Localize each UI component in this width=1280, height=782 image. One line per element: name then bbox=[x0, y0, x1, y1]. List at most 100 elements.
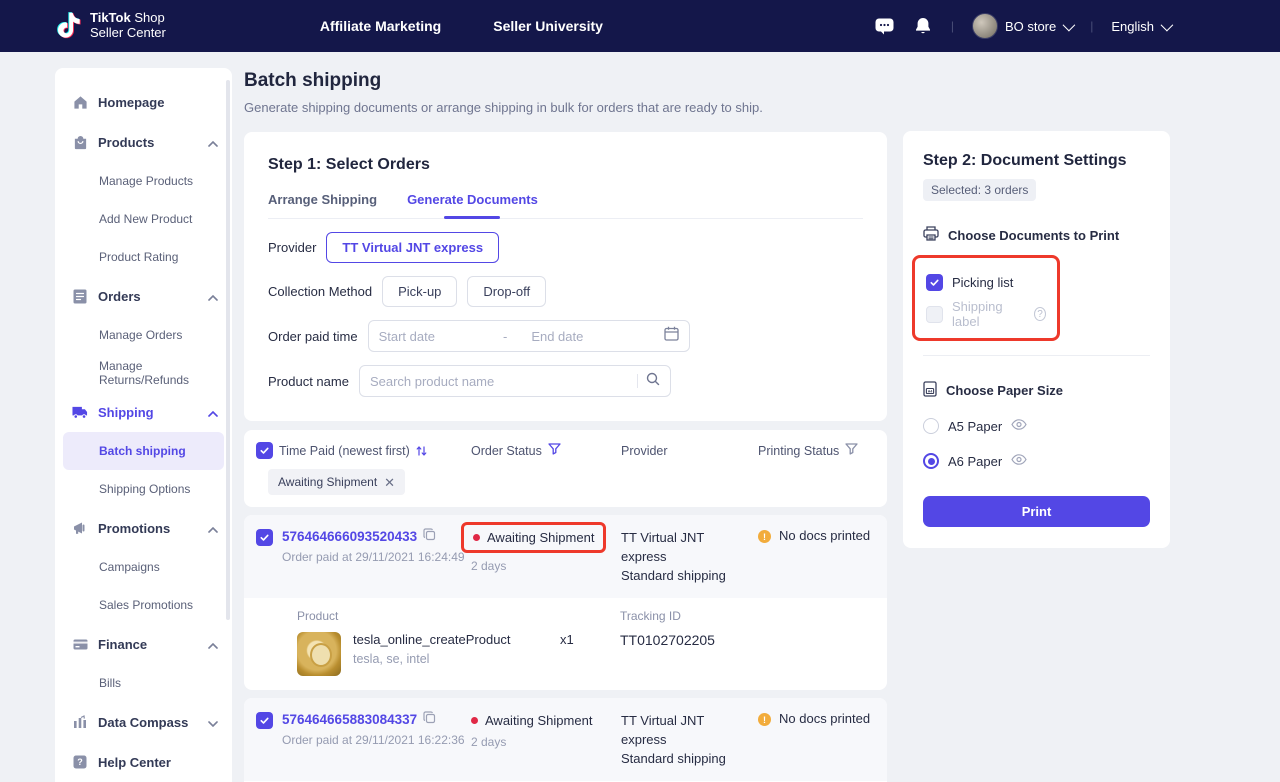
shipping-label-checkbox-row: Shipping label ? bbox=[926, 301, 1046, 327]
tab-arrange-shipping[interactable]: Arrange Shipping bbox=[268, 192, 377, 218]
sort-icon[interactable] bbox=[416, 445, 427, 457]
printing-status-text: No docs printed bbox=[779, 711, 870, 726]
a5-radio[interactable] bbox=[923, 418, 939, 434]
search-placeholder: Search product name bbox=[370, 374, 494, 389]
sidebar-item-product-rating[interactable]: Product Rating bbox=[55, 238, 232, 276]
product-image bbox=[297, 632, 341, 676]
order-provider-cell: TT Virtual JNT express Standard shipping bbox=[621, 528, 758, 585]
order-paid-time-row: Order paid time Start date - End date bbox=[268, 320, 863, 352]
sidebar-item-help-center[interactable]: ? Help Center bbox=[55, 742, 232, 782]
picking-list-label: Picking list bbox=[952, 275, 1013, 290]
sidebar-item-data-compass[interactable]: Data Compass bbox=[55, 702, 232, 742]
tab-generate-documents[interactable]: Generate Documents bbox=[407, 192, 538, 218]
dropoff-button[interactable]: Drop-off bbox=[467, 276, 546, 307]
order-product-section: Product Tracking ID tesla_online_createP… bbox=[244, 598, 887, 690]
store-switcher[interactable]: BO store bbox=[972, 13, 1072, 39]
sidebar-item-bills[interactable]: Bills bbox=[55, 664, 232, 702]
a6-paper-radio-row[interactable]: A6 Paper bbox=[923, 452, 1150, 470]
sidebar-item-manage-orders[interactable]: Manage Orders bbox=[55, 316, 232, 354]
order-age: 2 days bbox=[471, 735, 621, 749]
sidebar-item-campaigns[interactable]: Campaigns bbox=[55, 548, 232, 586]
order-summary: 576464665883084337 Order paid at 29/11/2… bbox=[244, 698, 887, 781]
printing-status-text: No docs printed bbox=[779, 528, 870, 543]
preview-eye-icon[interactable] bbox=[1011, 417, 1027, 435]
order-status-label: Order Status bbox=[471, 444, 542, 458]
svg-text:A4: A4 bbox=[928, 389, 933, 393]
sidebar-item-orders[interactable]: Orders bbox=[55, 276, 232, 316]
calendar-icon bbox=[664, 326, 679, 346]
a6-radio[interactable] bbox=[923, 453, 939, 469]
date-range-input[interactable]: Start date - End date bbox=[368, 320, 690, 352]
product-name: tesla_online_createProduct bbox=[353, 632, 511, 647]
picking-list-checkbox-row[interactable]: Picking list bbox=[926, 269, 1046, 295]
step1-card: Step 1: Select Orders Arrange Shipping G… bbox=[244, 132, 887, 421]
sidebar-item-manage-returns-refunds[interactable]: Manage Returns/Refunds bbox=[55, 354, 232, 392]
collection-method-label: Collection Method bbox=[268, 284, 372, 299]
a5-paper-radio-row[interactable]: A5 Paper bbox=[923, 417, 1150, 435]
select-all-checkbox[interactable] bbox=[256, 442, 273, 459]
filter-icon[interactable] bbox=[845, 443, 858, 458]
chat-icon[interactable] bbox=[875, 16, 895, 36]
provider-option-button[interactable]: TT Virtual JNT express bbox=[326, 232, 499, 263]
sidebar-item-finance[interactable]: Finance bbox=[55, 624, 232, 664]
choose-paper-size-section: A4 Choose Paper Size bbox=[923, 381, 1150, 400]
picking-list-checkbox[interactable] bbox=[926, 274, 943, 291]
product-name-label: Product name bbox=[268, 374, 349, 389]
svg-text:?: ? bbox=[77, 757, 83, 767]
divider bbox=[637, 374, 638, 388]
order-status-column: Order Status bbox=[471, 443, 621, 458]
sidebar-item-batch-shipping[interactable]: Batch shipping bbox=[63, 432, 224, 470]
sidebar-item-sales-promotions[interactable]: Sales Promotions bbox=[55, 586, 232, 624]
order-id-link[interactable]: 576464665883084337 bbox=[282, 711, 465, 727]
copy-icon[interactable] bbox=[423, 528, 436, 544]
pickup-button[interactable]: Pick-up bbox=[382, 276, 457, 307]
sidebar-scrollbar[interactable] bbox=[226, 80, 230, 620]
product-search-input[interactable]: Search product name bbox=[359, 365, 671, 397]
chevron-down-icon bbox=[1161, 18, 1174, 31]
print-button[interactable]: Print bbox=[923, 496, 1150, 527]
printing-status-label: Printing Status bbox=[758, 444, 839, 458]
order-checkbox[interactable] bbox=[256, 529, 273, 546]
product-variant: tesla, se, intel bbox=[353, 652, 511, 666]
sidebar-item-manage-products[interactable]: Manage Products bbox=[55, 162, 232, 200]
close-icon[interactable]: ✕ bbox=[384, 476, 395, 489]
help-circle-icon[interactable]: ? bbox=[1034, 307, 1046, 321]
selected-orders-badge: Selected: 3 orders bbox=[923, 179, 1036, 201]
bell-icon[interactable] bbox=[913, 16, 933, 36]
sidebar-item-shipping[interactable]: Shipping bbox=[55, 392, 232, 432]
status-text: Awaiting Shipment bbox=[487, 530, 594, 545]
status-text: Awaiting Shipment bbox=[485, 713, 592, 728]
main-content: Batch shipping Generate shipping documen… bbox=[244, 70, 887, 782]
order-status-cell: Awaiting Shipment 2 days bbox=[471, 711, 621, 768]
top-bar-right: | BO store | English bbox=[875, 13, 1170, 39]
product-name-row: Product name Search product name bbox=[268, 365, 863, 397]
product-column-label: Product bbox=[297, 609, 560, 623]
shipping-label-checkbox bbox=[926, 306, 943, 323]
products-icon bbox=[72, 134, 88, 150]
search-icon[interactable] bbox=[646, 372, 660, 391]
provider-label: Provider bbox=[268, 240, 316, 255]
preview-eye-icon[interactable] bbox=[1011, 452, 1027, 470]
order-printing-cell: No docs printed bbox=[758, 711, 871, 768]
copy-icon[interactable] bbox=[423, 711, 436, 727]
sidebar-item-promotions[interactable]: Promotions bbox=[55, 508, 232, 548]
status-filter-chip[interactable]: Awaiting Shipment ✕ bbox=[268, 469, 405, 495]
sidebar-item-add-new-product[interactable]: Add New Product bbox=[55, 200, 232, 238]
nav-seller-university[interactable]: Seller University bbox=[493, 18, 603, 34]
order-summary: 576464666093520433 Order paid at 29/11/2… bbox=[244, 515, 887, 598]
divider: | bbox=[1090, 19, 1093, 33]
status-dot-icon bbox=[473, 534, 480, 541]
sidebar-item-shipping-options[interactable]: Shipping Options bbox=[55, 470, 232, 508]
order-checkbox[interactable] bbox=[256, 712, 273, 729]
warning-icon bbox=[758, 530, 771, 543]
chevron-down-icon bbox=[1063, 18, 1076, 31]
filter-icon[interactable] bbox=[548, 443, 561, 458]
sidebar-item-products[interactable]: Products bbox=[55, 122, 232, 162]
tiktok-shop-logo[interactable]: TikTok Shop Seller Center bbox=[56, 11, 166, 41]
order-id-link[interactable]: 576464666093520433 bbox=[282, 528, 465, 544]
chevron-down-icon bbox=[208, 715, 218, 730]
chevron-up-icon bbox=[208, 135, 218, 150]
sidebar-item-homepage[interactable]: Homepage bbox=[55, 82, 232, 122]
nav-affiliate-marketing[interactable]: Affiliate Marketing bbox=[320, 18, 441, 34]
language-switcher[interactable]: English bbox=[1111, 19, 1170, 34]
